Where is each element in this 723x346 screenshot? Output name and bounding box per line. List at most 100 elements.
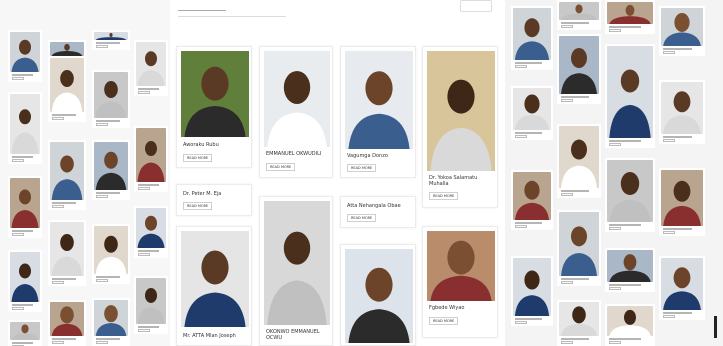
thumbnail-card[interactable] (557, 210, 601, 286)
member-card[interactable]: OKONWO EMMANUEL OCWU (259, 196, 333, 346)
thumbnail-card[interactable] (511, 86, 553, 140)
thumbnail-card[interactable] (8, 250, 42, 312)
thumbnail-button[interactable] (52, 117, 64, 120)
member-card[interactable]: Aworaku Rubu READ MORE (176, 46, 252, 168)
thumbnail-button[interactable] (12, 233, 24, 236)
avatar (94, 226, 128, 274)
thumbnail-card[interactable] (134, 276, 168, 334)
read-more-button[interactable]: READ MORE (347, 214, 377, 222)
thumbnail-button[interactable] (96, 45, 108, 48)
thumbnail-card[interactable] (48, 140, 86, 210)
thumbnail-card[interactable] (605, 248, 655, 292)
thumbnail-card[interactable] (8, 176, 42, 238)
thumbnail-button[interactable] (515, 225, 527, 228)
read-more-button[interactable]: READ MORE (266, 163, 296, 171)
thumbnail-card[interactable] (92, 140, 130, 200)
thumbnail-card[interactable] (134, 40, 168, 96)
thumbnail-button[interactable] (52, 281, 64, 284)
thumbnail-button[interactable] (515, 65, 527, 68)
thumbnail-button[interactable] (561, 281, 573, 284)
thumbnail-caption (52, 114, 76, 116)
avatar (136, 42, 166, 86)
thumbnail-button[interactable] (12, 159, 24, 162)
member-card[interactable]: Atta Nehangala Obae READ MORE (340, 196, 416, 228)
thumbnail-card[interactable] (134, 206, 168, 258)
read-more-button[interactable]: READ MORE (347, 164, 377, 172)
member-card[interactable]: Vagumga Donzo READ MORE (340, 46, 416, 178)
thumbnail-card[interactable] (92, 298, 130, 346)
thumbnail-button[interactable] (609, 287, 621, 290)
thumbnail-card[interactable] (605, 158, 655, 232)
thumbnail-card[interactable] (8, 320, 42, 346)
thumbnail-card[interactable] (557, 124, 601, 198)
thumbnail-card[interactable] (48, 220, 86, 286)
thumbnail-card[interactable] (659, 256, 705, 320)
thumbnail-card[interactable] (511, 256, 553, 326)
thumbnail-button[interactable] (561, 193, 573, 196)
thumbnail-button[interactable] (12, 77, 24, 80)
member-card[interactable]: Mr. ATTA Mlan Joseph (176, 226, 252, 346)
member-card[interactable]: Fgbede Wiyao READ MORE (422, 226, 498, 338)
thumbnail-card[interactable] (557, 0, 601, 30)
header-search-box[interactable] (460, 0, 492, 12)
header-tab[interactable] (178, 3, 226, 11)
thumbnail-button[interactable] (515, 321, 527, 324)
thumbnail-card[interactable] (659, 80, 705, 144)
thumbnail-button[interactable] (663, 315, 675, 318)
member-card[interactable]: Dr. Yokoa Salamatu Muhalla READ MORE (422, 46, 498, 208)
thumbnail-button[interactable] (96, 341, 108, 344)
thumbnail-card[interactable] (511, 6, 553, 70)
read-more-button[interactable]: READ MORE (429, 317, 459, 325)
thumbnail-button[interactable] (138, 253, 150, 256)
read-more-button[interactable]: READ MORE (183, 154, 213, 162)
thumbnail-button[interactable] (138, 91, 150, 94)
thumbnail-card[interactable] (557, 34, 601, 104)
member-card[interactable] (340, 244, 416, 346)
thumbnail-button[interactable] (52, 205, 64, 208)
thumbnail-card[interactable] (8, 92, 42, 164)
thumbnail-card[interactable] (605, 0, 655, 34)
thumbnail-button[interactable] (561, 99, 573, 102)
thumbnail-button[interactable] (609, 341, 621, 344)
thumbnail-card[interactable] (8, 30, 42, 82)
thumbnail-card[interactable] (48, 56, 86, 122)
thumbnail-caption (663, 136, 693, 138)
thumbnail-button[interactable] (663, 231, 675, 234)
thumbnail-card[interactable] (92, 30, 130, 50)
thumbnail-button[interactable] (561, 25, 573, 28)
thumbnail-card[interactable] (659, 168, 705, 236)
thumbnail-button[interactable] (609, 227, 621, 230)
member-card[interactable]: EMMANUEL OKWUDILI READ MORE (259, 46, 333, 178)
thumbnail-button[interactable] (515, 135, 527, 138)
thumbnail-button[interactable] (663, 139, 675, 142)
thumbnail-button[interactable] (12, 307, 24, 310)
thumbnail-card[interactable] (92, 224, 130, 284)
thumbnail-card[interactable] (48, 300, 86, 346)
read-more-button[interactable]: READ MORE (183, 202, 213, 210)
thumbnail-button[interactable] (609, 143, 621, 146)
thumbnail-button[interactable] (561, 341, 573, 344)
thumbnail-button[interactable] (138, 187, 150, 190)
thumbnail-button[interactable] (96, 195, 108, 198)
thumbnail-button[interactable] (96, 123, 108, 126)
thumbnail-button[interactable] (663, 51, 675, 54)
scrollbar-thumb[interactable] (714, 316, 717, 338)
thumbnail-card[interactable] (92, 70, 130, 128)
thumbnail-card[interactable] (605, 44, 655, 148)
thumbnail-button[interactable] (609, 29, 621, 32)
thumbnail-card[interactable] (134, 126, 168, 192)
thumbnail-button[interactable] (52, 341, 64, 344)
thumbnail-card[interactable] (659, 6, 705, 56)
avatar (427, 51, 495, 171)
thumbnail-caption (96, 192, 120, 194)
thumbnail-card[interactable] (511, 170, 553, 230)
member-card[interactable]: Dr. Peter M. Eja READ MORE (176, 184, 252, 216)
read-more-button[interactable]: READ MORE (429, 192, 459, 200)
thumbnail-card[interactable] (557, 300, 601, 346)
thumbnail-caption (12, 230, 33, 232)
thumbnail-card[interactable] (605, 304, 655, 346)
thumbnail-button[interactable] (96, 279, 108, 282)
thumbnail-button[interactable] (138, 329, 150, 332)
avatar (661, 258, 703, 310)
thumbnail-caption (515, 222, 542, 224)
